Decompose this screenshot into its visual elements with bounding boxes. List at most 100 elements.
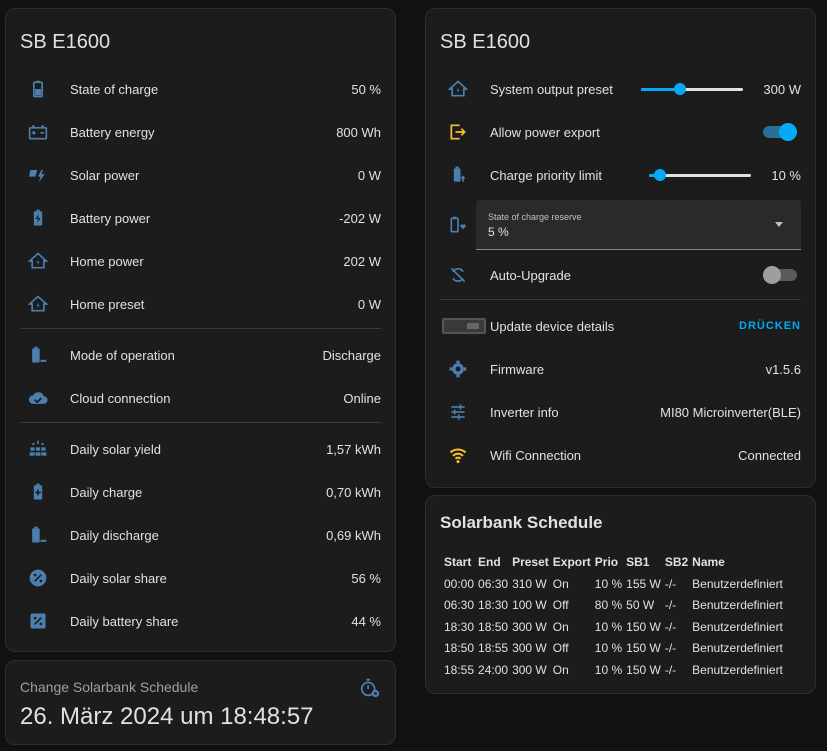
export-icon bbox=[440, 114, 476, 150]
schedule-row: 06:30 18:30 100 W Off 80 % 50 W -/- Benutzerdef… bbox=[442, 595, 785, 617]
output-preset-value: 300 W bbox=[763, 81, 801, 97]
entity-label: State of charge bbox=[70, 81, 159, 97]
schedule-cell-sb1: 150 W bbox=[626, 662, 661, 677]
percent-box-icon bbox=[20, 603, 56, 639]
wifi-icon bbox=[440, 437, 476, 473]
charge-priority-row: Charge priority limit 10 % bbox=[440, 157, 801, 193]
entity-value: 44 % bbox=[351, 613, 381, 629]
cloud-check-icon bbox=[20, 380, 56, 416]
entity-row-daily-discharge[interactable]: Daily discharge 0,69 kWh bbox=[20, 517, 381, 553]
wifi-row: Wifi Connection Connected bbox=[440, 437, 801, 473]
schedule-change-title: Change Solarbank Schedule bbox=[20, 679, 199, 695]
output-preset-label: System output preset bbox=[490, 81, 613, 97]
entity-value: -202 W bbox=[339, 210, 381, 226]
schedule-cell-prio: 10 % bbox=[594, 641, 623, 656]
entity-row-home-power[interactable]: Home power 202 W bbox=[20, 243, 381, 279]
entity-value: 0,70 kWh bbox=[326, 484, 381, 500]
battery-plus-icon bbox=[20, 474, 56, 510]
entity-label: Daily charge bbox=[70, 484, 143, 500]
auto-upgrade-label: Auto-Upgrade bbox=[490, 267, 571, 283]
schedule-cell-prio: 10 % bbox=[594, 662, 623, 677]
schedule-title: Solarbank Schedule bbox=[440, 513, 603, 532]
schedule-cell-prio: 10 % bbox=[594, 576, 623, 591]
wifi-label: Wifi Connection bbox=[490, 447, 582, 463]
entity-row-home-preset[interactable]: Home preset 0 W bbox=[20, 286, 381, 322]
battery-arrow-up-icon bbox=[440, 157, 476, 193]
schedule-change-card[interactable]: Change Solarbank Schedule 26. März 2024 … bbox=[5, 660, 396, 745]
tune-icon bbox=[440, 394, 476, 430]
cog-icon bbox=[440, 351, 476, 387]
schedule-header-start: Start bbox=[444, 555, 472, 569]
entity-row-mode-of-operation[interactable]: Mode of operation Discharge bbox=[20, 337, 381, 373]
schedule-cell-end: 24:00 bbox=[478, 662, 509, 677]
schedule-cell-end: 18:30 bbox=[478, 598, 509, 613]
charge-priority-slider[interactable] bbox=[649, 165, 752, 185]
schedule-cell-preset: 300 W bbox=[512, 641, 547, 656]
charge-priority-value: 10 % bbox=[771, 167, 801, 183]
schedule-cell-sb2: -/- bbox=[664, 619, 677, 634]
output-preset-row: System output preset 300 W bbox=[440, 71, 801, 107]
solar-panel-icon bbox=[20, 431, 56, 467]
divider bbox=[20, 422, 381, 423]
schedule-cell-sb2: -/- bbox=[664, 662, 677, 677]
schedule-table: Start End Preset Export Prio SB1 SB2 Name 00:00… bbox=[442, 551, 785, 681]
soc-reserve-select[interactable]: State of charge reserve 5 % bbox=[476, 200, 801, 250]
schedule-cell-prio: 80 % bbox=[594, 598, 623, 613]
schedule-cell-name: Benutzerdefiniert bbox=[692, 662, 783, 677]
entity-row-solar-power[interactable]: Solar power 0 W bbox=[20, 157, 381, 193]
divider bbox=[20, 328, 381, 329]
dropdown-arrow-icon[interactable] bbox=[775, 222, 783, 227]
schedule-row: 00:00 06:30 310 W On 10 % 155 W -/- Benutzerdef… bbox=[442, 573, 785, 595]
schedule-row: 18:30 18:50 300 W On 10 % 150 W -/- Benutzerdef… bbox=[442, 616, 785, 638]
allow-export-label: Allow power export bbox=[490, 124, 600, 140]
battery-heart-icon bbox=[440, 207, 476, 243]
entity-row-daily-solar-yield[interactable]: Daily solar yield 1,57 kWh bbox=[20, 431, 381, 467]
entity-label: Daily battery share bbox=[70, 613, 179, 629]
output-preset-slider[interactable] bbox=[641, 79, 744, 99]
inverter-value: MI80 Microinverter(BLE) bbox=[660, 404, 801, 420]
soc-reserve-row: State of charge reserve 5 % bbox=[440, 200, 801, 250]
left-entities-card: SB E1600 State of charge 50 % Battery ener… bbox=[5, 8, 396, 652]
solar-power-icon bbox=[20, 157, 56, 193]
schedule-header-sb1: SB1 bbox=[626, 555, 650, 569]
divider bbox=[440, 299, 801, 300]
entity-label: Battery power bbox=[70, 210, 151, 226]
entity-row-state-of-charge[interactable]: State of charge 50 % bbox=[20, 71, 381, 107]
entity-row-daily-solar-share[interactable]: Daily solar share 56 % bbox=[20, 560, 381, 596]
allow-export-toggle[interactable] bbox=[763, 122, 797, 142]
schedule-cell-name: Benutzerdefiniert bbox=[692, 576, 783, 591]
entity-value: 0 W bbox=[357, 167, 381, 183]
entity-label: Mode of operation bbox=[70, 347, 175, 363]
entity-row-daily-battery-share[interactable]: Daily battery share 44 % bbox=[20, 603, 381, 639]
timer-cog-icon[interactable] bbox=[359, 677, 381, 699]
entity-row-battery-energy[interactable]: Battery energy 800 Wh bbox=[20, 114, 381, 150]
schedule-cell-end: 18:50 bbox=[478, 619, 509, 634]
schedule-row: 18:55 24:00 300 W On 10 % 150 W -/- Benutzerdef… bbox=[442, 659, 785, 681]
schedule-cell-sb1: 155 W bbox=[626, 576, 661, 591]
press-button[interactable]: DRÜCKEN bbox=[739, 320, 801, 332]
entity-row-battery-power[interactable]: Battery power -202 W bbox=[20, 200, 381, 236]
schedule-cell-start: 18:55 bbox=[444, 662, 475, 677]
firmware-row: Firmware v1.5.6 bbox=[440, 351, 801, 387]
entity-label: Cloud connection bbox=[70, 390, 171, 406]
battery-minus-icon bbox=[20, 337, 56, 373]
schedule-cell-start: 06:30 bbox=[444, 598, 475, 613]
schedule-cell-export: On bbox=[552, 662, 569, 677]
schedule-cell-preset: 310 W bbox=[512, 576, 547, 591]
entity-value: 202 W bbox=[343, 253, 381, 269]
update-disabled-icon bbox=[440, 257, 476, 293]
entity-label: Home preset bbox=[70, 296, 145, 312]
entity-value: Online bbox=[343, 390, 381, 406]
entity-row-cloud-connection[interactable]: Cloud connection Online bbox=[20, 380, 381, 416]
auto-upgrade-toggle[interactable] bbox=[763, 265, 797, 285]
schedule-cell-sb1: 150 W bbox=[626, 641, 661, 656]
schedule-cell-name: Benutzerdefiniert bbox=[692, 619, 783, 634]
schedule-change-datetime: 26. März 2024 um 18:48:57 bbox=[20, 703, 314, 730]
schedule-cell-sb1: 150 W bbox=[626, 619, 661, 634]
schedule-cell-preset: 300 W bbox=[512, 662, 547, 677]
entity-row-daily-charge[interactable]: Daily charge 0,70 kWh bbox=[20, 474, 381, 510]
schedule-cell-sb2: -/- bbox=[664, 641, 677, 656]
solarbank-device-icon bbox=[440, 308, 488, 344]
entity-value: 1,57 kWh bbox=[326, 441, 381, 457]
right-card-title: SB E1600 bbox=[440, 31, 531, 53]
